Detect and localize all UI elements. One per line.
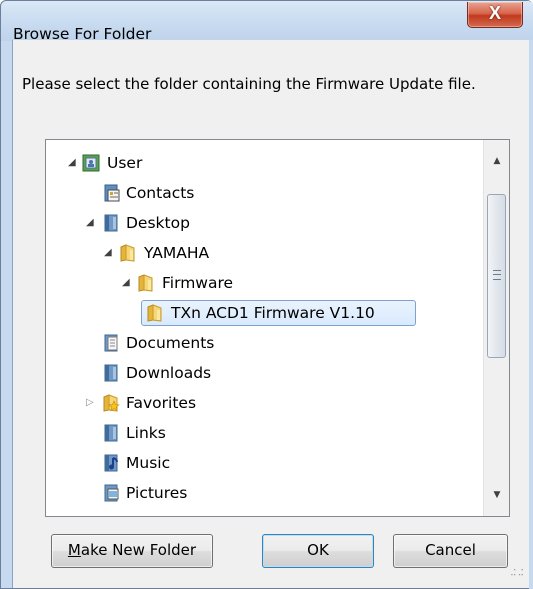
tree-item-favorites[interactable]: ▷ Favorites <box>46 389 482 419</box>
cancel-button[interactable]: Cancel <box>393 534 508 568</box>
resize-grip-icon[interactable]: ⠠⠠ ⠤⠤ <box>510 565 526 583</box>
folder-icon <box>147 304 162 322</box>
title-bar[interactable]: Browse For Folder X <box>1 1 533 43</box>
tree-item-documents[interactable]: Documents <box>46 329 482 359</box>
tree-item-desktop[interactable]: ◢ Desktop <box>46 209 482 239</box>
cancel-label: Cancel <box>425 541 476 559</box>
tree-item-downloads[interactable]: Downloads <box>46 359 482 389</box>
tree-item-pictures[interactable]: Pictures <box>46 479 482 509</box>
favorites-folder-icon <box>103 394 120 412</box>
make-new-folder-button[interactable]: Make New Folder <box>51 534 213 568</box>
tree-item-firmware[interactable]: ◢ Firmware <box>46 269 482 299</box>
tree-item-label: TXn ACD1 Firmware V1.10 <box>171 304 375 322</box>
collapsed-arrow-icon[interactable]: ▷ <box>86 397 96 409</box>
desktop-folder-icon <box>104 214 118 232</box>
tree-item-label: User <box>107 154 143 172</box>
music-folder-icon <box>104 454 118 472</box>
tree-item-label: Desktop <box>126 214 190 232</box>
tree-item-yamaha[interactable]: ◢ YAMAHA <box>46 239 482 269</box>
tree-item-contacts[interactable]: Contacts <box>46 179 482 209</box>
tree-item-label: YAMAHA <box>144 244 210 262</box>
make-new-folder-label: ake New Folder <box>80 541 197 559</box>
access-key-underline: M <box>67 541 81 559</box>
tree-item-txn-acd1-firmware[interactable]: TXn ACD1 Firmware V1.10 <box>46 299 482 329</box>
tree-vertical-scrollbar[interactable]: ▲ ▼ <box>483 140 509 516</box>
tree-item-music[interactable]: Music <box>46 449 482 479</box>
tree-item-label: Music <box>126 454 171 472</box>
user-folder-icon <box>82 154 100 172</box>
scroll-up-arrow-icon[interactable]: ▲ <box>484 150 510 172</box>
folder-tree[interactable]: ◢ User Contacts ◢ Desktop ◢ YAMAHA ◢ Fir… <box>45 139 510 517</box>
pictures-folder-icon <box>104 484 119 502</box>
scrollbar-grip-icon <box>493 270 501 280</box>
documents-folder-icon <box>104 334 118 352</box>
tree-item-user[interactable]: ◢ User <box>46 149 482 179</box>
links-folder-icon <box>104 424 118 442</box>
scroll-down-arrow-icon[interactable]: ▼ <box>484 484 510 506</box>
ok-label: OK <box>307 541 329 559</box>
tree-item-label: Favorites <box>126 394 197 412</box>
tree-item-label: Firmware <box>162 274 234 292</box>
tree-item-label: Pictures <box>126 484 188 502</box>
close-button[interactable]: X <box>467 2 523 28</box>
folder-icon <box>138 274 153 292</box>
contacts-folder-icon <box>104 184 120 202</box>
expanded-arrow-icon[interactable]: ◢ <box>86 217 96 229</box>
tree-item-label: Downloads <box>126 364 212 382</box>
downloads-folder-icon <box>104 364 118 382</box>
scrollbar-thumb[interactable] <box>487 194 506 358</box>
tree-item-label: Documents <box>126 334 215 352</box>
instruction-text: Please select the folder containing the … <box>22 75 476 93</box>
folder-icon <box>120 244 135 262</box>
expanded-arrow-icon[interactable]: ◢ <box>122 277 132 289</box>
tree-item-label: Links <box>126 424 166 442</box>
tree-item-links[interactable]: Links <box>46 419 482 449</box>
window-border-right <box>529 40 533 589</box>
expanded-arrow-icon[interactable]: ◢ <box>104 247 114 259</box>
expanded-arrow-icon[interactable]: ◢ <box>68 157 78 169</box>
tree-item-label: Contacts <box>126 184 195 202</box>
close-icon: X <box>488 3 501 23</box>
ok-button[interactable]: OK <box>262 534 374 568</box>
